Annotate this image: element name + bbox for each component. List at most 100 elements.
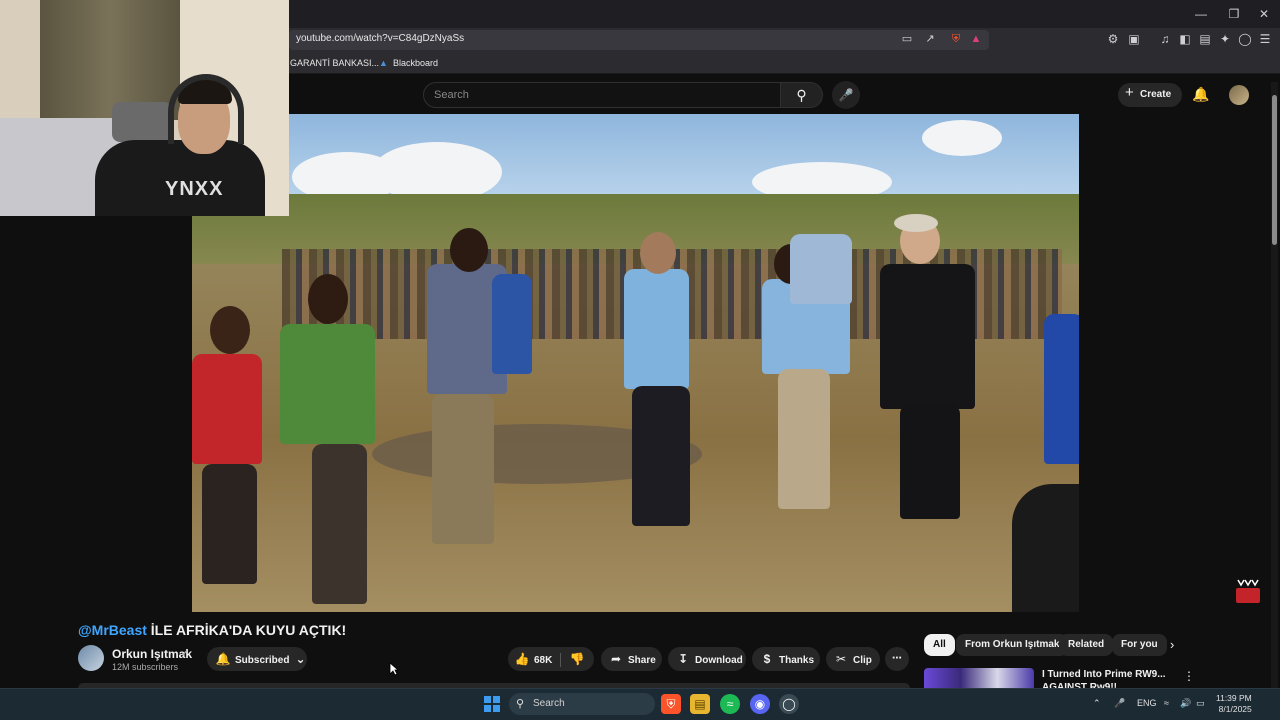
webcam-chair [112, 102, 172, 142]
extensions-icon[interactable]: ⚙ [1105, 31, 1121, 47]
share-page-icon[interactable]: ↗ [922, 31, 938, 47]
discord-icon[interactable]: ◉ [750, 694, 770, 714]
battery-icon[interactable]: ▭ [1196, 698, 1205, 709]
screenshot-icon[interactable]: ▣ [1126, 31, 1142, 47]
account-avatar[interactable] [1229, 85, 1249, 105]
url-text[interactable]: youtube.com/watch?v=C84gDzNyaSs [296, 33, 464, 44]
like-dislike-group: 👍 68K 👎 [508, 647, 594, 671]
notifications-bell-icon[interactable]: 🔔 [1192, 86, 1209, 103]
share-label: Share [628, 655, 656, 666]
wallet-icon[interactable]: ▤ [1197, 31, 1213, 47]
dislike-icon[interactable]: 👎 [569, 647, 585, 671]
recommendation-thumbnail[interactable] [924, 668, 1034, 690]
maximize-icon[interactable]: ❐ [1219, 4, 1249, 24]
recommendation-title[interactable]: I Turned Into Prime RW9... [1042, 669, 1166, 680]
video-person [202, 464, 257, 584]
clip-button[interactable]: ✂ Clip [826, 647, 880, 671]
file-explorer-icon[interactable]: ▤ [690, 694, 710, 714]
verified-icon: ✔ [181, 648, 189, 658]
video-person-head [640, 232, 676, 274]
subscribed-label: Subscribed [235, 655, 290, 666]
minimize-icon[interactable]: — [1186, 4, 1216, 24]
search-icon: ⚲ [796, 87, 807, 103]
thanks-icon: $ [763, 652, 771, 666]
subscribed-button[interactable]: 🔔 Subscribed ⌄ [207, 647, 307, 671]
video-cloud [922, 120, 1002, 156]
media-icon[interactable]: ♫ [1157, 31, 1173, 47]
bookmark-blackboard[interactable]: Blackboard [393, 58, 438, 68]
video-person [900, 404, 960, 519]
thanks-label: Thanks [779, 655, 815, 666]
video-person [624, 269, 689, 389]
leo-ai-icon[interactable]: ✦ [1217, 31, 1233, 47]
brave-app-icon[interactable]: ⛨ [661, 694, 681, 714]
sidebar-icon[interactable]: ◧ [1177, 31, 1193, 47]
chip-all[interactable]: All [924, 634, 955, 656]
video-title: @MrBeast İLE AFRİKA'DA KUYU AÇTIK! [78, 622, 346, 638]
video-person [880, 264, 975, 409]
video-person-head [308, 274, 348, 324]
chip-for-you[interactable]: For you [1112, 634, 1167, 656]
download-button[interactable]: ↧ Download [668, 647, 746, 671]
search-button[interactable]: ⚲ [781, 82, 823, 108]
share-icon: ➦ [610, 652, 622, 666]
video-player[interactable] [192, 114, 1079, 612]
taskbar-clock[interactable]: 11:39 PM 8/1/2025 [1216, 693, 1252, 715]
webcam-overlay: YNXX [0, 0, 289, 216]
channel-avatar[interactable] [78, 645, 104, 671]
microphone-icon: 🎤 [838, 88, 854, 102]
video-person [632, 386, 690, 526]
chip-from-channel[interactable]: From Orkun Işıtmak [956, 634, 1069, 656]
video-person [778, 369, 830, 509]
bookmark-garanti[interactable]: GARANTİ BANKASI... [290, 58, 379, 68]
shirt-logo: YNXX [165, 178, 224, 200]
menu-icon[interactable]: ☰ [1257, 31, 1273, 47]
language-indicator[interactable]: ENG [1137, 698, 1157, 708]
video-person-head [450, 228, 488, 272]
recommendation-menu-icon[interactable]: ⋮ [1183, 669, 1195, 683]
more-actions-button[interactable]: ⋯ [885, 647, 909, 671]
clip-label: Clip [853, 655, 872, 666]
like-icon[interactable]: 👍 [514, 647, 530, 671]
voice-search-button[interactable]: 🎤 [832, 81, 860, 109]
chip-related[interactable]: Related [1059, 634, 1114, 656]
clock-date: 8/1/2025 [1218, 704, 1252, 714]
close-icon[interactable]: ✕ [1249, 4, 1279, 24]
screen: — ❐ ✕ youtube.com/watch?v=C84gDzNyaSs ▭ … [0, 0, 1280, 720]
search-placeholder: Search [434, 89, 469, 101]
spotify-icon[interactable]: ≈ [720, 694, 740, 714]
subscribe-watermark-icon[interactable] [1235, 578, 1261, 604]
wifi-icon[interactable]: ≈ [1164, 698, 1169, 708]
microphone-tray-icon[interactable]: 🎤 [1114, 698, 1125, 709]
taskbar-search-label: Search [533, 698, 565, 709]
bell-icon: 🔔 [215, 652, 231, 666]
video-person [492, 274, 532, 374]
video-person [280, 324, 375, 444]
brave-rewards-icon[interactable]: ▲ [968, 31, 984, 47]
scissors-icon: ✂ [835, 652, 847, 666]
download-label: Download [695, 655, 743, 666]
volume-icon[interactable]: 🔊 [1180, 698, 1191, 709]
headphones-icon [168, 74, 244, 144]
like-count[interactable]: 68K [534, 655, 552, 666]
tray-chevron-up-icon[interactable]: ⌃ [1093, 698, 1101, 709]
scrollbar-thumb[interactable] [1272, 95, 1277, 245]
share-button[interactable]: ➦ Share [601, 647, 662, 671]
taskbar-search[interactable] [509, 693, 655, 715]
video-person [1012, 484, 1079, 612]
thanks-button[interactable]: $ Thanks [752, 647, 820, 671]
vpn-icon[interactable]: ◯ [1237, 31, 1253, 47]
taskbar-search-icon: ⚲ [516, 698, 525, 710]
windows-start-icon[interactable] [484, 696, 500, 712]
plus-icon: + [1125, 84, 1134, 101]
chevron-right-icon[interactable]: › [1170, 637, 1174, 652]
title-mention-link[interactable]: @MrBeast [78, 622, 147, 638]
search-input[interactable] [423, 82, 781, 108]
chat-app-icon[interactable]: ◯ [779, 694, 799, 714]
video-person-cap [894, 214, 938, 232]
brave-shield-icon[interactable]: ⛨ [948, 31, 964, 47]
subscriber-count: 12M subscribers [112, 662, 179, 672]
cast-icon[interactable]: ▭ [899, 31, 915, 47]
video-person [790, 234, 852, 304]
mouse-cursor-icon [389, 662, 399, 676]
